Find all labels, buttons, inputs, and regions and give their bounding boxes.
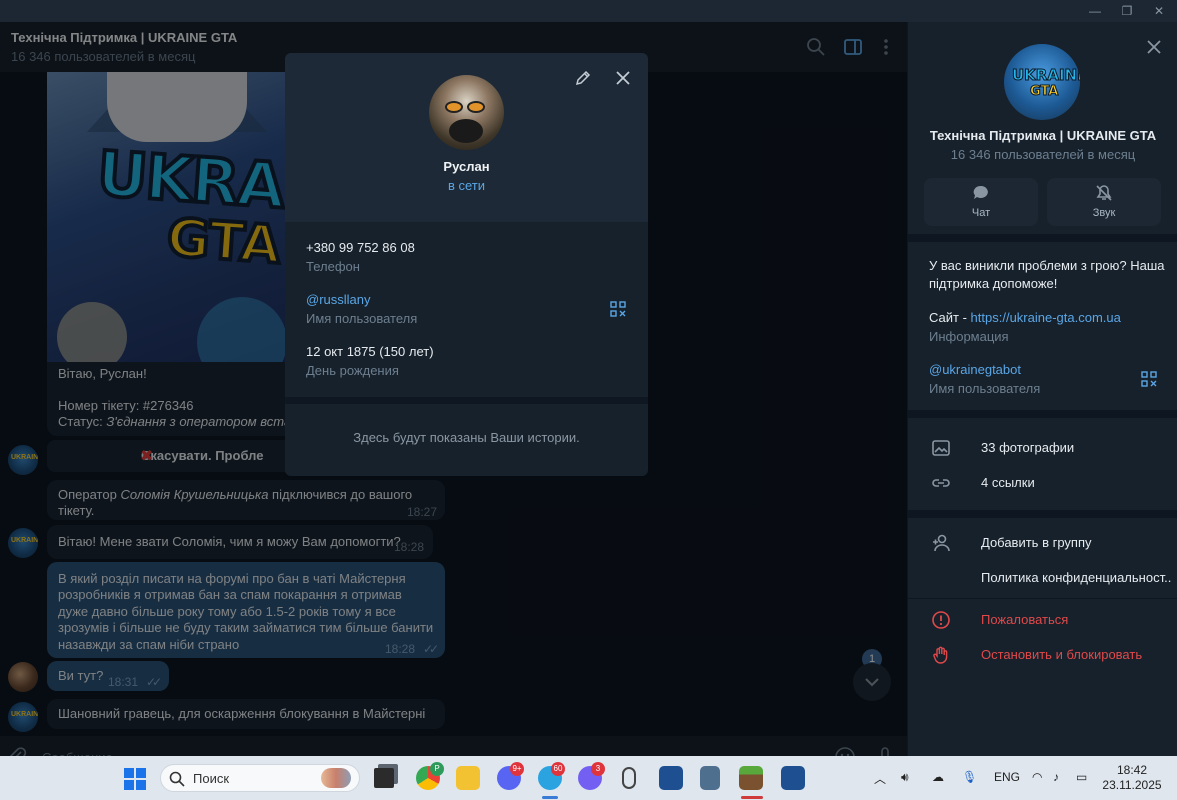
stop-hand-icon xyxy=(933,646,948,664)
clock-time: 18:42 xyxy=(1116,763,1148,777)
avatar-detail xyxy=(449,119,483,143)
online-status: в сети xyxy=(447,178,486,193)
divider xyxy=(908,234,1177,242)
block-label: Остановить и блокировать xyxy=(981,647,1143,662)
taskbar-search[interactable]: Поиск xyxy=(160,764,360,792)
windows-logo-icon xyxy=(136,768,146,778)
chat-action-button[interactable]: Чат xyxy=(924,178,1038,226)
chat-action-label: Чат xyxy=(971,207,991,219)
close-window-button[interactable]: ✕ xyxy=(1143,0,1175,22)
links-label: 4 ссылки xyxy=(981,475,1035,490)
close-icon[interactable] xyxy=(1145,38,1163,56)
info-label: Информация xyxy=(929,329,1009,344)
edit-pencil-icon[interactable] xyxy=(574,69,592,87)
report-label: Пожаловаться xyxy=(981,612,1069,627)
microphone-icon[interactable]: 🎙︎ xyxy=(962,770,977,784)
photo-icon xyxy=(932,440,950,456)
game-launcher-icon[interactable] xyxy=(781,766,805,790)
windows-logo-icon xyxy=(124,768,134,778)
chevron-up-icon[interactable]: ︿ xyxy=(874,770,886,787)
sound-action-button[interactable]: Звук xyxy=(1047,178,1161,226)
clock-date: 23.11.2025 xyxy=(1102,778,1162,792)
links-row[interactable]: 4 ссылки xyxy=(908,465,1177,499)
file-explorer-icon[interactable] xyxy=(456,766,480,790)
windows-logo-icon xyxy=(124,780,134,790)
avatar-logo-text: GTA xyxy=(1029,84,1059,100)
photos-row[interactable]: 33 фотографии xyxy=(908,430,1177,464)
channel-avatar[interactable]: UKRAINE GTA xyxy=(1004,44,1080,120)
active-app-indicator xyxy=(542,796,558,799)
wifi-icon[interactable]: ◠ xyxy=(1032,770,1042,784)
chrome-profile-badge: P xyxy=(430,762,444,776)
search-label: Поиск xyxy=(193,771,230,786)
panel-username-label: Имя пользователя xyxy=(929,381,1041,396)
add-to-group-label: Добавить в группу xyxy=(981,535,1092,550)
panel-username[interactable]: @ukrainegtabot xyxy=(929,362,1021,377)
sound-action-label: Звук xyxy=(1092,207,1116,219)
divider xyxy=(285,397,648,404)
mute-icon xyxy=(1096,185,1112,201)
add-user-icon xyxy=(933,534,950,552)
windows-logo-icon xyxy=(136,780,146,790)
add-to-group-row[interactable]: Добавить в группу xyxy=(908,525,1177,559)
divider xyxy=(908,410,1177,418)
telegram-badge: 60 xyxy=(551,762,565,776)
divider xyxy=(908,510,1177,518)
search-icon xyxy=(169,771,185,787)
avatar-logo-text: UKRAINE xyxy=(1011,66,1080,85)
username-value[interactable]: @russllany xyxy=(306,292,371,307)
battery-icon[interactable]: ▭ xyxy=(1076,770,1087,784)
phone-value[interactable]: +380 99 752 86 08 xyxy=(306,240,415,255)
report-row[interactable]: Пожаловаться xyxy=(908,602,1177,636)
game-launcher-icon[interactable] xyxy=(659,766,683,790)
close-icon[interactable] xyxy=(614,69,632,87)
stories-placeholder: Здесь будут показаны Ваши истории. xyxy=(353,430,580,445)
viber-badge: 3 xyxy=(591,762,605,776)
site-line: Сайт - https://ukraine-gta.com.ua xyxy=(929,310,1121,325)
cloud-off-icon[interactable]: ☁︎ xyxy=(932,770,944,784)
panel-title: Технічна Підтримка | UKRAINE GTA xyxy=(929,128,1157,143)
profile-avatar[interactable] xyxy=(429,75,504,150)
mouse-app-icon[interactable] xyxy=(622,767,636,789)
discord-badge: 9+ xyxy=(510,762,524,776)
calculator-icon[interactable] xyxy=(700,766,720,790)
window-titlebar: — ❐ ✕ xyxy=(0,0,1177,22)
profile-header: Руслан в сети xyxy=(285,53,648,222)
birthday-label: День рождения xyxy=(306,363,399,378)
taskbar-clock[interactable]: 18:42 23.11.2025 xyxy=(1100,763,1164,793)
birthday-value: 12 окт 1875 (150 лет) xyxy=(306,344,434,359)
minimize-button[interactable]: — xyxy=(1079,0,1111,22)
restore-button[interactable]: ❐ xyxy=(1111,0,1143,22)
divider xyxy=(908,598,1177,599)
link-icon xyxy=(932,479,950,487)
panel-subtitle: 16 346 пользователей в месяц xyxy=(950,147,1136,162)
block-row[interactable]: Остановить и блокировать xyxy=(908,637,1177,671)
speaker-icon[interactable]: 🔊︎ xyxy=(901,770,909,785)
avatar-detail xyxy=(445,101,463,113)
avatar-detail xyxy=(467,101,485,113)
minecraft-icon[interactable] xyxy=(739,766,763,790)
search-highlight-image xyxy=(321,768,351,788)
profile-name: Руслан xyxy=(443,159,490,174)
site-link[interactable]: https://ukraine-gta.com.ua xyxy=(971,310,1121,325)
chat-icon xyxy=(973,185,988,199)
active-app-indicator xyxy=(741,796,763,799)
privacy-policy-row[interactable]: Политика конфиденциальност... xyxy=(908,560,1177,594)
start-button[interactable] xyxy=(124,768,146,790)
warning-icon xyxy=(932,611,950,629)
windows-taskbar: Поиск P 9+ 60 3 ︿ 🔊︎ ☁︎ 🎙︎ ENG ◠ ♪ ▭ 18:… xyxy=(0,756,1177,800)
privacy-policy-label: Политика конфиденциальност... xyxy=(981,570,1171,585)
site-prefix: Сайт - xyxy=(929,310,971,325)
task-view-icon[interactable] xyxy=(374,768,394,788)
channel-description: У вас виникли проблеми з грою? Наша підт… xyxy=(929,258,1165,291)
qr-code-icon[interactable] xyxy=(1141,371,1157,387)
chat-info-panel: UKRAINE GTA Технічна Підтримка | UKRAINE… xyxy=(907,22,1177,756)
volume-icon[interactable]: ♪ xyxy=(1053,770,1059,784)
phone-label: Телефон xyxy=(306,259,360,274)
qr-code-icon[interactable] xyxy=(610,301,626,317)
user-profile-dialog: Руслан в сети +380 99 752 86 08 Телефон … xyxy=(285,53,648,476)
username-label: Имя пользователя xyxy=(306,311,418,326)
photos-label: 33 фотографии xyxy=(981,440,1075,455)
language-indicator[interactable]: ENG xyxy=(994,770,1020,784)
